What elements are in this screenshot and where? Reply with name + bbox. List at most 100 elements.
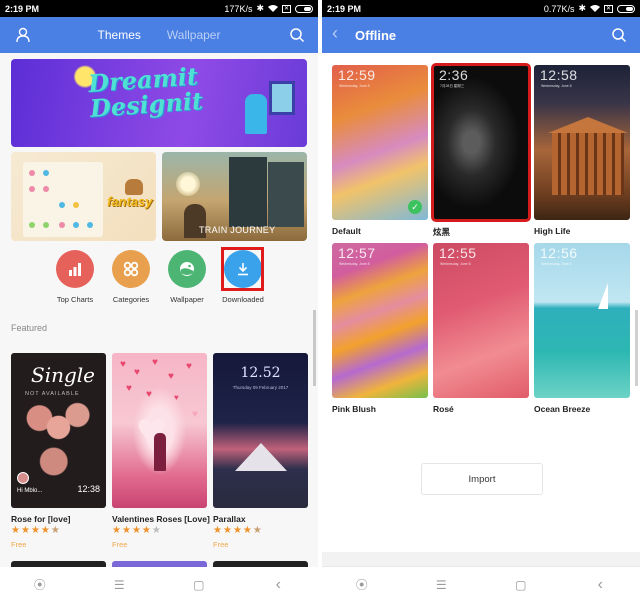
assist-button-icon[interactable]: ⦿ — [342, 576, 382, 593]
theme-thumbnail[interactable]: ♥ ♥ ♥ ♥ ♥ ♥ ♥ ♥ ♥ ♥ — [112, 353, 207, 508]
couple-silhouette — [154, 433, 166, 471]
star-icon: ★ — [252, 525, 263, 536]
theme-name: Rose for [love] — [11, 514, 71, 524]
theme-thumbnail[interactable]: Single NOT AVAILABLE Hi Mblo... 12:38 — [11, 353, 106, 508]
home-button-icon[interactable]: ▢ — [179, 578, 219, 592]
star-icon: ★ — [121, 525, 132, 536]
fantasy-bear-illustration — [125, 179, 143, 195]
system-nav-bar: ⦿ ☰ ▢ ‹ — [0, 567, 318, 602]
image-icon — [168, 250, 206, 288]
theme-tile-ocean-breeze[interactable]: 12:56 Wednesday, June 8 Ocean Breeze — [534, 243, 630, 414]
quick-action-label: Top Charts — [56, 295, 94, 304]
sun-illustration — [176, 172, 200, 196]
featured-theme-card[interactable]: Single NOT AVAILABLE Hi Mblo... 12:38 Ro… — [11, 353, 106, 549]
back-button-icon[interactable]: ‹ — [258, 576, 298, 594]
promo-card-train-journey[interactable]: TRAIN JOURNEY — [162, 152, 307, 241]
star-icon: ★ — [242, 525, 253, 536]
star-icon: ★ — [131, 525, 142, 536]
theme-name: High Life — [534, 226, 571, 236]
menu-button-icon[interactable]: ☰ — [421, 578, 461, 592]
app-bar: ‹ Offline — [322, 17, 640, 53]
star-icon: ★ — [213, 525, 223, 536]
star-icon: ★ — [222, 525, 233, 536]
banner-text: Dreamit Designit — [87, 61, 204, 123]
scrollbar[interactable] — [635, 310, 638, 386]
theme-thumbnail[interactable]: 12:59 Wednesday, June 8 ✓ — [332, 65, 428, 220]
tab-wallpaper[interactable]: Wallpaper — [167, 28, 221, 42]
theme-name: Ocean Breeze — [534, 404, 591, 414]
network-speed: 177K/s — [224, 3, 253, 14]
theme-price: Free — [213, 540, 229, 549]
star-icon: ★ — [20, 525, 31, 536]
back-chevron-icon[interactable]: ‹ — [332, 23, 338, 44]
theme-thumbnail[interactable]: 12:57 Wednesday, June 8 — [332, 243, 428, 398]
theme-thumbnail[interactable]: 12.52 Thursday 09 February 2017 — [213, 353, 308, 508]
status-bar: 2:19 PM 0.77K/s ✱ ✕ — [322, 0, 640, 17]
theme-tile-rose[interactable]: 12:55 Wednesday, June 8 Rosé — [433, 243, 529, 414]
theme-name: Default — [332, 226, 361, 236]
mountain-illustration — [235, 443, 287, 471]
bluetooth-icon: ✱ — [256, 3, 264, 13]
scrollbar[interactable] — [313, 310, 316, 386]
search-icon[interactable] — [610, 26, 628, 44]
quick-action-label: Categories — [112, 295, 150, 304]
themes-screen: 2:19 PM 177K/s ✱ ✕ Themes Wallpaper Drea… — [0, 0, 318, 602]
featured-theme-card[interactable]: 12.52 Thursday 09 February 2017 Parallax… — [213, 353, 308, 549]
back-button-icon[interactable]: ‹ — [580, 576, 620, 594]
app-bar: Themes Wallpaper — [0, 17, 318, 53]
star-rating: ★★★★★ — [11, 526, 106, 536]
fantasy-label: fantasy — [107, 194, 153, 209]
star-icon: ★ — [30, 525, 41, 536]
star-rating: ★★★★★ — [112, 526, 207, 536]
promo-card-fantasy[interactable]: fantasy — [11, 152, 156, 241]
downloaded-highlight-annotation — [221, 247, 264, 291]
theme-price: Free — [11, 540, 27, 549]
star-icon: ★ — [50, 525, 61, 536]
theme-tile-pink-blush[interactable]: 12:57 Wednesday, June 8 Pink Blush — [332, 243, 428, 414]
theme-tile-high-life[interactable]: 12:58 Wednesday, June 8 High Life — [534, 65, 630, 236]
bluetooth-icon: ✱ — [578, 3, 586, 13]
train-window-panel — [229, 157, 267, 227]
theme-name: Parallax — [213, 514, 246, 524]
star-icon: ★ — [112, 525, 122, 536]
theme-thumbnail[interactable]: 12:56 Wednesday, June 8 — [534, 243, 630, 398]
promo-banner[interactable]: Dreamit Designit — [11, 59, 307, 147]
wifi-icon — [268, 4, 278, 14]
no-sim-icon: ✕ — [604, 4, 613, 13]
avatar — [17, 472, 29, 484]
temple-roof-illustration — [548, 117, 628, 133]
page-title: Offline — [355, 27, 397, 43]
quick-action-top-charts[interactable]: Top Charts — [45, 250, 105, 304]
theme-name: Pink Blush — [332, 404, 376, 414]
applied-check-icon: ✓ — [408, 200, 422, 214]
train-window-panel — [268, 162, 304, 227]
train-journey-label: TRAIN JOURNEY — [199, 225, 276, 235]
theme-name: 炫黑 — [433, 227, 451, 237]
battery-icon — [295, 4, 313, 13]
assist-button-icon[interactable]: ⦿ — [20, 576, 60, 593]
theme-price: Free — [112, 540, 128, 549]
import-button[interactable]: Import — [421, 463, 543, 495]
temple-columns-illustration — [552, 133, 624, 195]
theme-thumbnail[interactable]: 12:55 Wednesday, June 8 — [433, 243, 529, 398]
theme-tile-default[interactable]: 12:59 Wednesday, June 8 ✓ Default — [332, 65, 428, 236]
no-sim-icon: ✕ — [282, 4, 291, 13]
search-icon[interactable] — [288, 26, 306, 44]
quick-action-categories[interactable]: Categories — [101, 250, 161, 304]
offline-screen: 2:19 PM 0.77K/s ✱ ✕ ‹ Offline 12:59 Wedn… — [322, 0, 640, 602]
user-icon[interactable] — [14, 26, 32, 44]
grid-circles-icon — [112, 250, 150, 288]
quick-action-wallpaper[interactable]: Wallpaper — [157, 250, 217, 304]
star-icon: ★ — [151, 525, 162, 536]
theme-thumbnail[interactable]: 12:58 Wednesday, June 8 — [534, 65, 630, 220]
home-button-icon[interactable]: ▢ — [501, 578, 541, 592]
featured-theme-card[interactable]: ♥ ♥ ♥ ♥ ♥ ♥ ♥ ♥ ♥ ♥ Valentines Roses [Lo… — [112, 353, 210, 549]
theme-name: Valentines Roses [Love] — [112, 514, 210, 524]
sailboat-illustration — [598, 283, 608, 309]
star-icon: ★ — [141, 525, 152, 536]
system-nav-bar: ⦿ ☰ ▢ ‹ — [322, 567, 640, 602]
banner-illustration-person — [245, 94, 267, 134]
network-speed: 0.77K/s — [543, 3, 575, 14]
menu-button-icon[interactable]: ☰ — [99, 578, 139, 592]
tab-themes[interactable]: Themes — [98, 28, 141, 42]
